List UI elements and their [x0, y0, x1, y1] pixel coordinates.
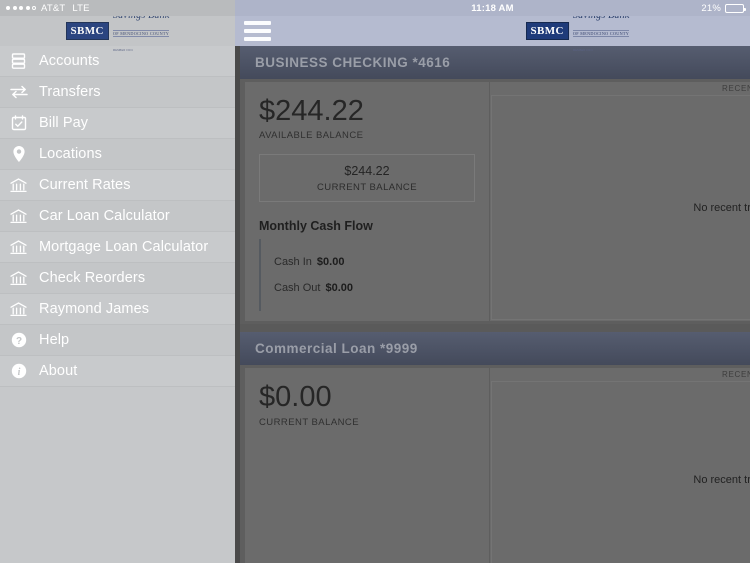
brand-subtitle: OF MENDOCINO COUNTY [572, 29, 630, 37]
sidebar-item-label: About [39, 363, 78, 379]
hamburger-icon-bar [244, 37, 271, 41]
sidebar-item-about[interactable]: i About [0, 356, 235, 387]
account-card-body: $0.00 CURRENT BALANCE RECENT ACTIVITY No… [240, 365, 750, 563]
current-balance-amount: $244.22 [344, 164, 390, 179]
cash-in-value: $0.00 [316, 256, 345, 269]
app-root: AT&T LTE 11:18 AM 21% SBMC Savings Bank … [0, 0, 750, 563]
signal-strength-icon [6, 6, 36, 10]
sidebar-item-label: Locations [39, 146, 102, 162]
sidebar-item-check-reorders[interactable]: Check Reorders [0, 263, 235, 294]
bank-icon [9, 176, 28, 195]
account-card-title: Commercial Loan *9999 [240, 332, 750, 366]
sidebar-item-raymond-james[interactable]: Raymond James [0, 294, 235, 325]
svg-text:i: i [17, 367, 20, 378]
cash-flow-title: Monthly Cash Flow [259, 219, 373, 234]
sidebar-item-transfers[interactable]: Transfers [0, 77, 235, 108]
drawer-empty-space [0, 387, 235, 563]
recent-activity-panel: RECENT ACTIVITY No recent transaction fo… [490, 82, 750, 322]
sidebar-item-label: Mortgage Loan Calculator [39, 239, 209, 255]
current-balance-box: $244.22 CURRENT BALANCE [259, 154, 475, 203]
svg-text:?: ? [15, 336, 21, 347]
recent-activity-panel: RECENT ACTIVITY No recent transaction fo… [490, 368, 750, 563]
brand-mark: SBMC [525, 22, 569, 40]
available-balance-amount: $244.22 [259, 95, 364, 127]
cash-out-label: Cash Out [274, 282, 321, 295]
sidebar-item-label: Help [39, 332, 70, 348]
recent-activity-empty-message: No recent transaction found. [693, 201, 750, 214]
location-pin-icon [9, 145, 28, 164]
account-card[interactable]: BUSINESS CHECKING *4616 $244.22 AVAILABL… [240, 46, 750, 325]
brand-subtitle: OF MENDOCINO COUNTY [112, 29, 170, 37]
card-separator [240, 324, 750, 333]
battery-icon [725, 3, 746, 13]
sidebar-item-label: Check Reorders [39, 270, 146, 286]
current-balance-label: CURRENT BALANCE [316, 182, 417, 194]
menu-button[interactable] [244, 20, 271, 42]
sidebar-item-label: Car Loan Calculator [39, 208, 170, 224]
bank-icon [9, 269, 28, 288]
drawer-divider [235, 46, 240, 563]
status-bar: AT&T LTE 11:18 AM 21% [0, 0, 750, 16]
sidebar-item-label: Current Rates [39, 177, 131, 193]
drawer-header: SBMC Savings Bank OF MENDOCINO COUNTY ME… [0, 10, 235, 52]
sidebar-item-label: Raymond James [39, 301, 150, 317]
help-icon: ? [9, 331, 28, 350]
brand-tagline: MEMBER FDIC [572, 49, 594, 53]
current-balance-amount: $0.00 [259, 381, 332, 414]
account-card[interactable]: Commercial Loan *9999 $0.00 CURRENT BALA… [240, 332, 750, 563]
current-balance-label: CURRENT BALANCE [259, 416, 360, 428]
sidebar-item-locations[interactable]: Locations [0, 139, 235, 170]
account-card-title: BUSINESS CHECKING *4616 [240, 46, 750, 79]
sidebar-item-help[interactable]: ? Help [0, 325, 235, 356]
bank-icon [9, 300, 28, 319]
recent-activity-list[interactable]: No recent transaction found. [491, 95, 750, 321]
battery-indicator: 21% [701, 2, 746, 14]
clock-label: 11:18 AM [471, 2, 514, 14]
hamburger-icon-bar [244, 21, 271, 25]
recent-activity-empty-message: No recent transaction found. [693, 473, 750, 486]
available-balance-label: AVAILABLE BALANCE [259, 130, 364, 142]
cash-in-row: Cash In $0.00 [266, 249, 475, 275]
transfers-icon [9, 83, 28, 102]
sidebar-item-current-rates[interactable]: Current Rates [0, 170, 235, 201]
sidebar-item-mortgage-loan-calculator[interactable]: Mortgage Loan Calculator [0, 232, 235, 263]
info-icon: i [9, 362, 28, 381]
carrier-label: AT&T [41, 2, 66, 14]
sidebar-item-label: Transfers [39, 84, 101, 100]
recent-activity-title: RECENT ACTIVITY [490, 82, 750, 95]
cash-in-label: Cash In [274, 256, 312, 269]
account-summary-panel: $244.22 AVAILABLE BALANCE $244.22 CURREN… [245, 82, 489, 322]
sidebar-item-label: Bill Pay [39, 115, 89, 131]
cash-out-value: $0.00 [325, 282, 353, 295]
brand-tagline: MEMBER FDIC [112, 49, 134, 53]
sidebar-drawer: Accounts Transfers Bill Pay Locations Cu… [0, 46, 235, 563]
status-bar-right: 11:18 AM 21% [235, 0, 750, 16]
network-type-label: LTE [72, 2, 90, 14]
bank-icon [9, 207, 28, 226]
cash-out-row: Cash Out $0.00 [266, 275, 475, 301]
status-bar-left: AT&T LTE [0, 0, 235, 16]
accounts-icon [9, 52, 28, 71]
sidebar-item-bill-pay[interactable]: Bill Pay [0, 108, 235, 139]
recent-activity-title: RECENT ACTIVITY [490, 368, 750, 382]
nav-bar: SBMC Savings Bank OF MENDOCINO COUNTY ME… [235, 10, 750, 52]
billpay-icon [9, 114, 28, 133]
bank-icon [9, 238, 28, 257]
accounts-scroll[interactable]: BUSINESS CHECKING *4616 $244.22 AVAILABL… [240, 46, 750, 563]
sidebar-item-car-loan-calculator[interactable]: Car Loan Calculator [0, 201, 235, 232]
account-card-body: $244.22 AVAILABLE BALANCE $244.22 CURREN… [240, 79, 750, 325]
accounts-content: BUSINESS CHECKING *4616 $244.22 AVAILABL… [240, 46, 750, 563]
battery-percent-label: 21% [701, 2, 721, 14]
account-summary-panel: $0.00 CURRENT BALANCE [245, 368, 489, 563]
brand-mark: SBMC [65, 22, 109, 40]
recent-activity-list[interactable]: No recent transaction found. [491, 381, 750, 563]
hamburger-icon-bar [244, 29, 271, 33]
cash-flow-list: Cash In $0.00 Cash Out $0.00 [259, 239, 475, 312]
